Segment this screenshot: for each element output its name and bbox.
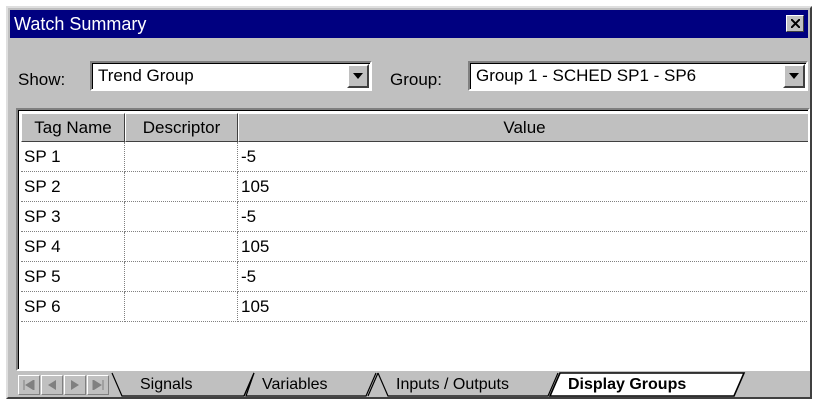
cell-value[interactable]: -5 bbox=[238, 142, 808, 172]
show-dropdown[interactable]: Trend Group bbox=[90, 61, 372, 91]
cell-value[interactable]: -5 bbox=[238, 262, 808, 292]
cell-value[interactable]: 105 bbox=[238, 172, 808, 202]
sheet-tab-bar: Signals Variables Inputs / Outputs Displ… bbox=[16, 372, 810, 397]
show-dropdown-value: Trend Group bbox=[98, 66, 194, 85]
cell-descriptor[interactable] bbox=[125, 172, 238, 202]
group-label: Group: bbox=[390, 70, 442, 89]
cell-tag-name[interactable]: SP 5 bbox=[21, 262, 125, 292]
cell-descriptor[interactable] bbox=[125, 202, 238, 232]
group-dropdown-button[interactable] bbox=[783, 64, 805, 88]
column-header-tag-name[interactable]: Tag Name bbox=[21, 113, 125, 142]
tab-display-groups[interactable]: Display Groups bbox=[568, 376, 686, 394]
cell-value[interactable]: 105 bbox=[238, 232, 808, 262]
cell-descriptor[interactable] bbox=[125, 262, 238, 292]
group-dropdown[interactable]: Group 1 - SCHED SP1 - SP6 bbox=[468, 61, 808, 91]
title-bar[interactable]: Watch Summary bbox=[10, 10, 808, 38]
show-label: Show: bbox=[18, 70, 66, 89]
close-button[interactable] bbox=[786, 15, 804, 32]
table-row[interactable]: SP 1 -5 bbox=[21, 142, 808, 172]
cell-descriptor[interactable] bbox=[125, 232, 238, 262]
cell-tag-name[interactable]: SP 4 bbox=[21, 232, 125, 262]
watch-table: Tag Name Descriptor Value SP 1 -5 SP 2 1… bbox=[16, 108, 810, 371]
table-row[interactable]: SP 5 -5 bbox=[21, 262, 808, 292]
chevron-down-icon bbox=[353, 73, 363, 79]
cell-descriptor[interactable] bbox=[125, 292, 238, 322]
group-dropdown-value: Group 1 - SCHED SP1 - SP6 bbox=[476, 66, 697, 85]
tab-signals[interactable]: Signals bbox=[140, 376, 192, 394]
table-row[interactable]: SP 6 105 bbox=[21, 292, 808, 322]
table-row[interactable]: SP 2 105 bbox=[21, 172, 808, 202]
cell-tag-name[interactable]: SP 3 bbox=[21, 202, 125, 232]
cell-descriptor[interactable] bbox=[125, 142, 238, 172]
window-title: Watch Summary bbox=[14, 13, 147, 34]
column-header-descriptor[interactable]: Descriptor bbox=[125, 113, 238, 142]
cell-tag-name[interactable]: SP 1 bbox=[21, 142, 125, 172]
cell-tag-name[interactable]: SP 2 bbox=[21, 172, 125, 202]
table-row[interactable]: SP 3 -5 bbox=[21, 202, 808, 232]
table-row[interactable]: SP 4 105 bbox=[21, 232, 808, 262]
close-icon bbox=[790, 19, 800, 28]
tab-variables[interactable]: Variables bbox=[262, 376, 328, 394]
cell-value[interactable]: -5 bbox=[238, 202, 808, 232]
tab-inputs-outputs[interactable]: Inputs / Outputs bbox=[396, 376, 509, 394]
show-dropdown-button[interactable] bbox=[347, 64, 369, 88]
watch-summary-window: Watch Summary Show: Trend Group Group: G… bbox=[6, 6, 812, 399]
chevron-down-icon bbox=[789, 73, 799, 79]
cell-value[interactable]: 105 bbox=[238, 292, 808, 322]
toolbar: Show: Trend Group Group: Group 1 - SCHED… bbox=[10, 40, 808, 98]
column-header-value[interactable]: Value bbox=[238, 113, 808, 142]
cell-tag-name[interactable]: SP 6 bbox=[21, 292, 125, 322]
